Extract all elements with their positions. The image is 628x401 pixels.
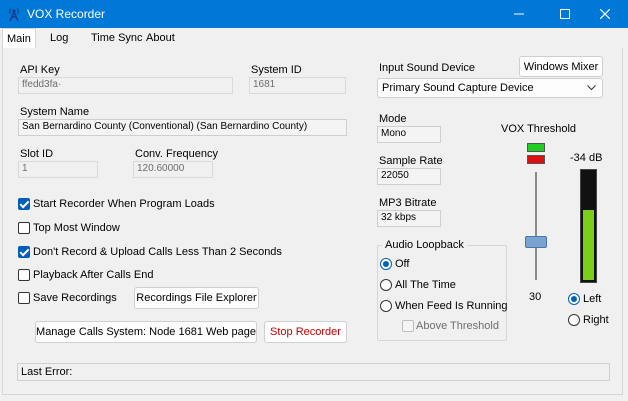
- save-recordings-label: Save Recordings: [33, 292, 117, 304]
- minimize-icon: [514, 13, 524, 15]
- mode-field[interactable]: Mono: [377, 126, 441, 143]
- level-meter-fill: [583, 210, 594, 280]
- title-bar[interactable]: VOX Recorder: [0, 0, 628, 28]
- threshold-slider-thumb[interactable]: [525, 236, 547, 248]
- playback-after-checkbox[interactable]: [18, 269, 30, 281]
- windows-mixer-button[interactable]: Windows Mixer: [519, 56, 603, 77]
- start-recorder-checkbox[interactable]: [18, 198, 30, 210]
- loopback-feed-label: When Feed Is Running: [395, 300, 508, 312]
- sample-rate-label: Sample Rate: [379, 155, 443, 167]
- audio-loopback-title: Audio Loopback: [382, 239, 467, 251]
- start-recorder-label: Start Recorder When Program Loads: [33, 198, 215, 210]
- vox-active-indicator: [527, 143, 545, 152]
- save-recordings-checkbox[interactable]: [18, 292, 30, 304]
- loopback-off-label: Off: [395, 258, 410, 270]
- loopback-all-label: All The Time: [395, 279, 456, 291]
- last-error-label: Last Error:: [21, 366, 73, 378]
- input-device-select[interactable]: Primary Sound Capture Device: [377, 78, 603, 98]
- channel-right-radio[interactable]: [568, 314, 580, 326]
- threshold-value: 30: [529, 291, 542, 303]
- input-device-label: Input Sound Device: [379, 62, 476, 74]
- chevron-down-icon: [587, 85, 596, 91]
- close-icon: [600, 9, 610, 19]
- channel-left-label: Left: [583, 293, 602, 305]
- system-name-field[interactable]: San Bernardino County (Conventional) (Sa…: [18, 119, 347, 136]
- conv-frequency-label: Conv. Frequency: [135, 148, 218, 160]
- above-threshold-label: Above Threshold: [416, 320, 499, 332]
- recordings-explorer-button[interactable]: Recordings File Explorer: [134, 287, 259, 309]
- mode-label: Mode: [379, 113, 407, 125]
- last-error-box: [17, 363, 610, 381]
- api-key-field[interactable]: ffedd3fa·: [18, 77, 233, 94]
- top-most-label: Top Most Window: [33, 222, 120, 234]
- close-button[interactable]: [582, 0, 628, 28]
- threshold-slider-track[interactable]: [535, 172, 537, 280]
- system-id-label: System ID: [251, 64, 302, 76]
- slot-id-field[interactable]: 1: [18, 161, 98, 178]
- channel-right-label: Right: [583, 314, 609, 326]
- dont-record-short-checkbox[interactable]: [18, 246, 30, 258]
- playback-after-label: Playback After Calls End: [33, 269, 154, 281]
- stop-recorder-button[interactable]: Stop Recorder: [264, 321, 347, 343]
- dont-record-short-label: Don't Record & Upload Calls Less Than 2 …: [33, 246, 282, 258]
- loopback-feed-radio[interactable]: [380, 300, 392, 312]
- sample-rate-field[interactable]: 22050: [377, 168, 441, 185]
- radio-tower-icon: [9, 8, 19, 22]
- mp3-bitrate-field[interactable]: 32 kbps: [377, 210, 441, 227]
- loopback-off-radio[interactable]: [380, 258, 392, 270]
- conv-frequency-field[interactable]: 120.60000: [133, 161, 213, 178]
- manage-calls-button[interactable]: Manage Calls System: Node 1681 Web page: [35, 321, 257, 343]
- level-meter: [580, 169, 597, 283]
- tab-time-sync[interactable]: Time Sync: [87, 28, 147, 47]
- tab-log[interactable]: Log: [46, 28, 72, 47]
- maximize-icon: [560, 9, 570, 19]
- top-most-checkbox[interactable]: [18, 222, 30, 234]
- minimize-button[interactable]: [496, 0, 542, 28]
- above-threshold-checkbox[interactable]: [402, 320, 414, 332]
- slot-id-label: Slot ID: [20, 148, 54, 160]
- system-id-field[interactable]: 1681: [249, 77, 346, 94]
- tab-main[interactable]: Main: [2, 28, 36, 49]
- input-device-value: Primary Sound Capture Device: [382, 82, 534, 94]
- system-name-label: System Name: [20, 106, 90, 118]
- db-level-readout: -34 dB: [570, 152, 603, 164]
- api-key-label: API Key: [20, 64, 60, 76]
- mp3-bitrate-label: MP3 Bitrate: [379, 197, 437, 209]
- vox-threshold-title: VOX Threshold: [501, 123, 577, 135]
- loopback-all-radio[interactable]: [380, 279, 392, 291]
- vox-clip-indicator: [527, 155, 545, 164]
- tab-about[interactable]: About: [142, 28, 179, 47]
- channel-left-radio[interactable]: [568, 293, 580, 305]
- window-title: VOX Recorder: [27, 7, 106, 21]
